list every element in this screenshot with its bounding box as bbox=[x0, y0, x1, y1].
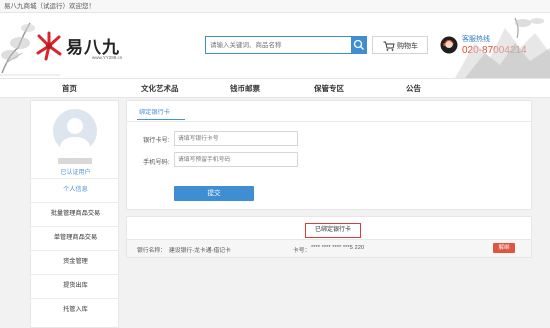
search-button[interactable] bbox=[351, 36, 367, 54]
card-number-label: 卡号： bbox=[293, 248, 311, 254]
search-input[interactable] bbox=[205, 36, 351, 54]
nav-item-art[interactable]: 文化艺术品 bbox=[141, 83, 179, 94]
bank-name-value: 建设银行-龙卡通-借记卡 bbox=[169, 248, 231, 254]
search-icon bbox=[353, 39, 364, 50]
nav-item-home[interactable]: 首页 bbox=[62, 83, 77, 94]
sidebar-item-deposit-goods[interactable]: 托管入库 bbox=[31, 298, 120, 320]
verified-status: 已认证用户 bbox=[60, 170, 91, 176]
bound-cards-panel: 已绑定银行卡 银行名称： 建设银行-龙卡通-借记卡 卡号： **** **** … bbox=[126, 216, 532, 258]
tab-bind-card[interactable]: 绑定银行卡 bbox=[139, 107, 170, 116]
card-number-input[interactable] bbox=[174, 131, 298, 146]
welcome-text: 易八九商城（试运行）欢迎您！ bbox=[4, 3, 95, 10]
cart-icon bbox=[383, 41, 395, 51]
nav-item-custody[interactable]: 保管专区 bbox=[314, 83, 344, 94]
site-header: 易八九 www.YY289.cn 购物车 客服热线 020-87004214 bbox=[0, 13, 550, 78]
cart-label: 购物车 bbox=[397, 43, 418, 50]
bound-card-row: 银行名称： 建设银行-龙卡通-借记卡 卡号： **** **** **** **… bbox=[127, 240, 531, 257]
bound-cards-title: 已绑定银行卡 bbox=[305, 223, 361, 238]
avatar[interactable] bbox=[53, 109, 97, 153]
sidebar-item-withdraw-goods[interactable]: 提货出库 bbox=[31, 274, 120, 296]
ink-painting-right bbox=[455, 17, 550, 78]
divider bbox=[127, 121, 531, 122]
logo-url: www.YY289.cn bbox=[92, 55, 123, 60]
sidebar-item-batch-trade[interactable]: 批量管理商品交易 bbox=[31, 202, 120, 224]
card-number-label: 银行卡号: bbox=[143, 137, 170, 144]
user-avatar-icon bbox=[59, 118, 91, 153]
submit-button[interactable]: 提交 bbox=[174, 186, 254, 201]
logo[interactable]: 易八九 www.YY289.cn bbox=[34, 31, 134, 63]
top-bar: 易八九商城（试运行）欢迎您！ bbox=[0, 0, 550, 13]
phone-input[interactable] bbox=[174, 152, 298, 167]
bind-card-panel: 绑定银行卡 银行卡号: 手机号码: 提交 bbox=[126, 100, 532, 210]
card-number-value: **** **** **** ***5 220 bbox=[311, 245, 365, 251]
sidebar-item-profile[interactable]: 个人信息 bbox=[31, 178, 120, 200]
phone-label: 手机号码: bbox=[143, 159, 170, 166]
account-sidebar: 已认证用户 个人信息 批量管理商品交易 单管理商品交易 资金管理 提货出库 托管… bbox=[30, 100, 120, 328]
cart-button[interactable]: 购物车 bbox=[372, 36, 428, 54]
sidebar-item-single-trade[interactable]: 单管理商品交易 bbox=[31, 226, 120, 248]
nav-item-coins-stamps[interactable]: 钱币邮票 bbox=[230, 83, 260, 94]
unbind-button[interactable]: 解绑 bbox=[493, 243, 515, 253]
sidebar-item-funds[interactable]: 资金管理 bbox=[31, 250, 120, 272]
logo-mark-icon bbox=[36, 31, 62, 61]
main-nav: 首页 文化艺术品 钱币邮票 保管专区 公告 bbox=[0, 78, 550, 98]
tab-underline bbox=[137, 119, 185, 120]
search-bar bbox=[205, 36, 367, 54]
username-redacted bbox=[58, 158, 92, 164]
nav-item-announcements[interactable]: 公告 bbox=[406, 83, 421, 94]
bank-name-label: 银行名称： bbox=[137, 248, 166, 254]
